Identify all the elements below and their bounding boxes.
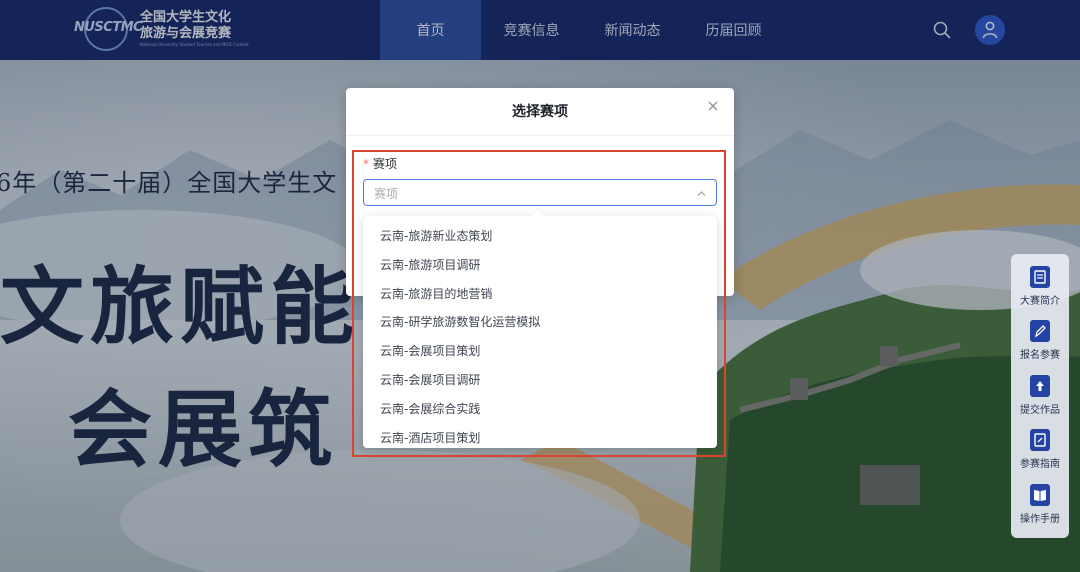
dialog-divider <box>346 135 734 136</box>
event-field-label: * 赛项 <box>363 155 397 172</box>
event-option[interactable]: 云南-会展项目策划 <box>363 337 717 366</box>
tool-label: 大赛简介 <box>1020 296 1060 307</box>
tool-submit-work[interactable]: 提交作品 <box>1011 374 1069 429</box>
event-field-label-text: 赛项 <box>373 157 398 171</box>
guide-icon <box>1030 429 1050 452</box>
close-icon[interactable] <box>706 99 720 113</box>
tool-label: 提交作品 <box>1020 404 1060 416</box>
book-icon <box>1030 483 1050 506</box>
tool-label: 参赛指南 <box>1020 459 1060 471</box>
event-option[interactable]: 云南-会展综合实践 <box>363 395 717 424</box>
quick-tools-panel: 大赛简介 报名参赛 提交作品 参赛指南 操作手册 <box>1011 254 1069 538</box>
tool-guide[interactable]: 参赛指南 <box>1011 429 1069 483</box>
tool-contest-intro[interactable]: 大赛简介 <box>1011 266 1069 320</box>
edit-icon <box>1030 320 1050 343</box>
tool-label: 操作手册 <box>1020 513 1060 525</box>
event-option[interactable]: 云南-旅游目的地营销 <box>363 280 717 309</box>
event-select-placeholder: 赛项 <box>374 187 399 201</box>
upload-icon <box>1030 374 1050 397</box>
tool-register[interactable]: 报名参赛 <box>1011 320 1069 374</box>
event-option[interactable]: 云南-研学旅游数智化运营模拟 <box>363 308 717 337</box>
event-select-dropdown: 云南-旅游新业态策划 云南-旅游项目调研 云南-旅游目的地营销 云南-研学旅游数… <box>363 208 717 448</box>
event-option[interactable]: 云南-旅游项目调研 <box>363 251 717 280</box>
required-asterisk: * <box>363 157 369 171</box>
event-option[interactable]: 云南-旅游新业态策划 <box>363 222 717 251</box>
event-option[interactable]: 云南-酒店项目策划 <box>363 424 717 453</box>
document-icon <box>1030 266 1050 288</box>
tool-manual[interactable]: 操作手册 <box>1011 483 1069 538</box>
event-option[interactable]: 云南-会展项目调研 <box>363 366 717 395</box>
dialog-title: 选择赛项 <box>512 104 568 120</box>
tool-label: 报名参赛 <box>1020 350 1060 362</box>
event-select[interactable]: 赛项 <box>363 179 717 206</box>
chevron-up-icon <box>697 191 706 196</box>
